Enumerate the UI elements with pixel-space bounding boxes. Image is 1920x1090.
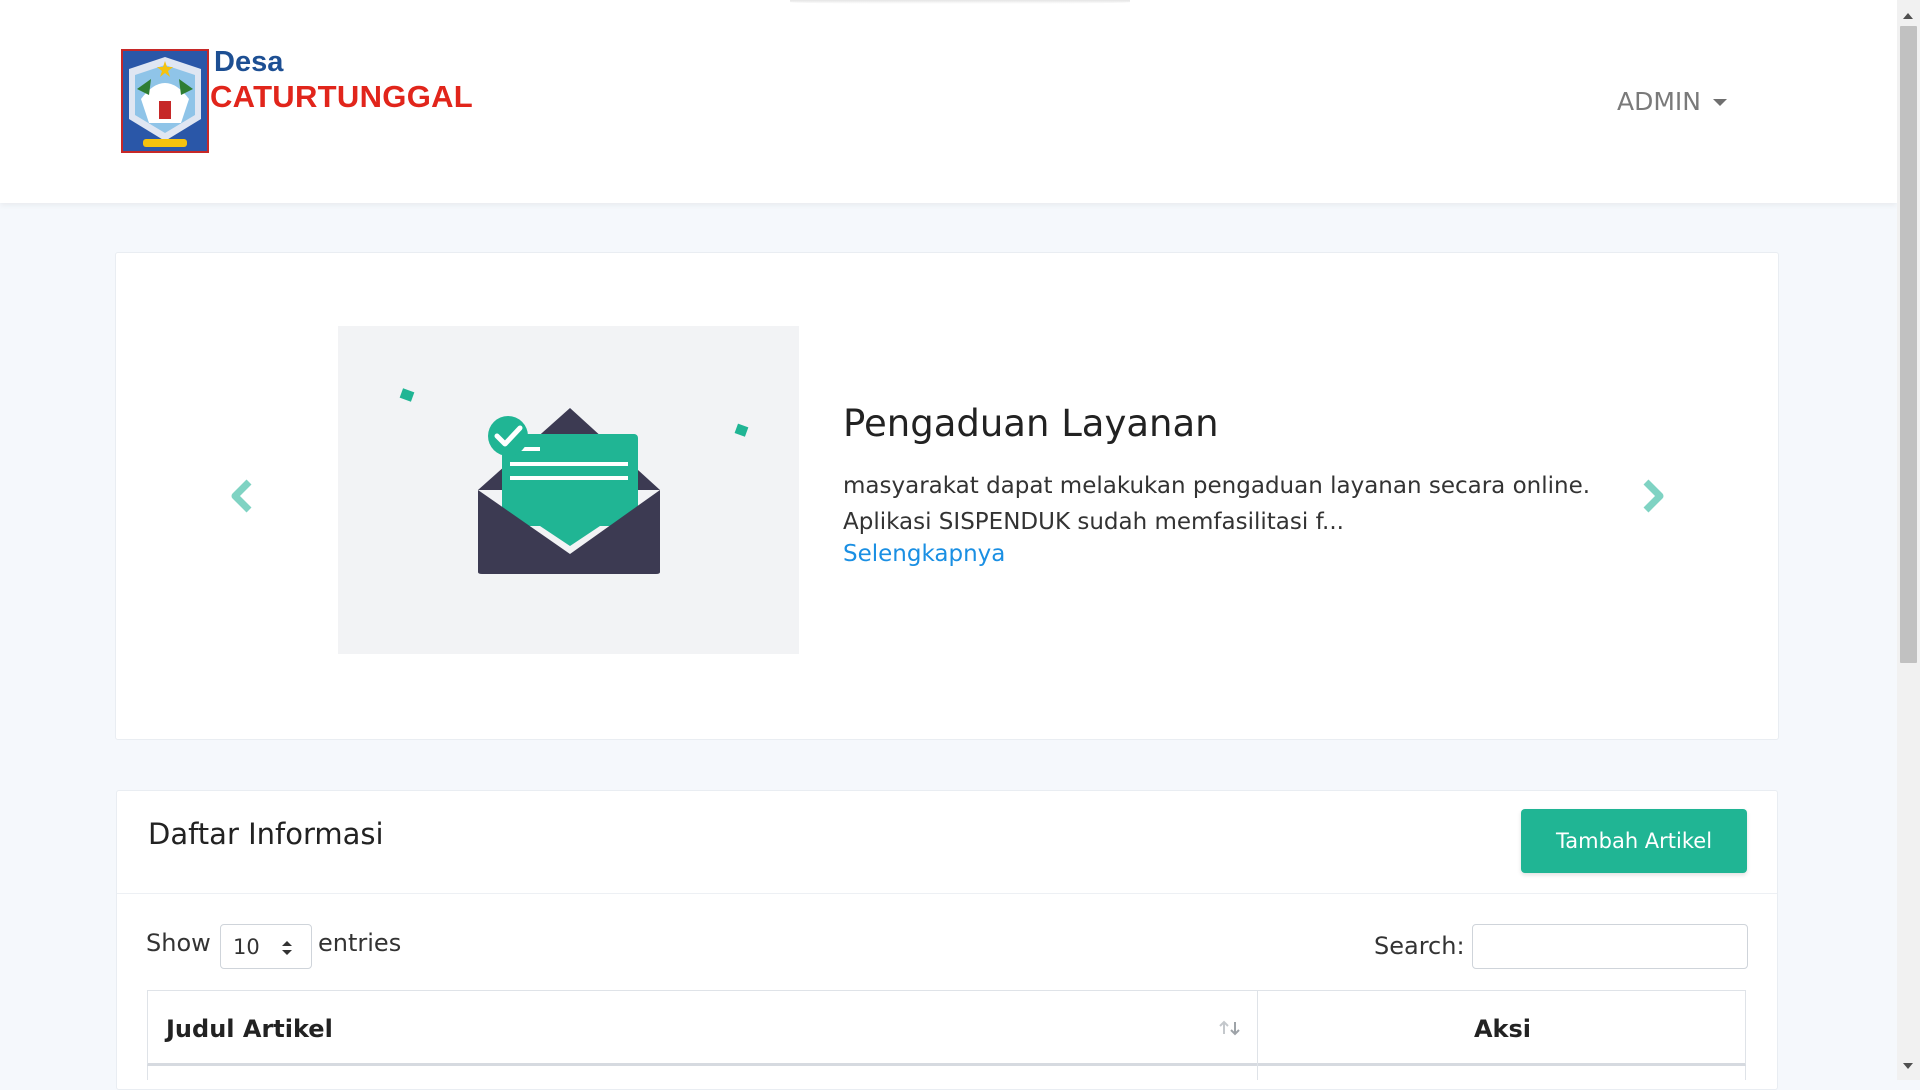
sort-arrows-icon[interactable] <box>1218 1019 1242 1037</box>
slide-description: masyarakat dapat melakukan pengaduan lay… <box>843 473 1591 535</box>
search-input[interactable] <box>1472 924 1748 969</box>
scroll-down-arrow-icon[interactable] <box>1903 1063 1913 1069</box>
card-header-divider <box>117 893 1777 894</box>
open-envelope-check-icon <box>399 388 749 574</box>
entries-length-value: 10 <box>233 935 260 959</box>
navbar-top-shadow <box>790 0 1130 4</box>
slide-illustration <box>338 326 799 654</box>
articles-table: Judul Artikel Aksi <box>147 990 1746 1080</box>
column-header-action: Aksi <box>1473 1015 1532 1043</box>
logo-text-desa: Desa <box>214 46 284 78</box>
chevron-right-icon[interactable] <box>1640 478 1666 514</box>
column-divider <box>1257 990 1258 1080</box>
column-header-title[interactable]: Judul Artikel <box>166 1015 333 1043</box>
show-label: Show <box>146 929 211 957</box>
slide-title: Pengaduan Layanan <box>843 402 1219 445</box>
read-more-link[interactable]: Selengkapnya <box>843 541 1005 567</box>
table-row <box>147 1066 1746 1080</box>
list-title: Daftar Informasi <box>148 817 384 851</box>
entries-length-select[interactable]: 10 <box>220 924 312 969</box>
caret-down-icon <box>1713 98 1727 106</box>
chevron-left-icon[interactable] <box>229 478 255 514</box>
scroll-up-arrow-icon[interactable] <box>1903 13 1913 19</box>
village-emblem-logo[interactable] <box>121 49 209 153</box>
page-scrollbar[interactable] <box>1897 0 1920 1080</box>
top-navbar: Desa CATURTUNGGAL ADMIN <box>0 0 1897 203</box>
admin-menu-label: ADMIN <box>1617 86 1701 116</box>
logo-text-village-name: CATURTUNGGAL <box>210 79 474 114</box>
add-article-button[interactable]: Tambah Artikel <box>1521 809 1747 873</box>
scrollbar-thumb[interactable] <box>1900 26 1917 663</box>
table-header-row: Judul Artikel Aksi <box>147 990 1746 1066</box>
entries-label: entries <box>318 929 402 957</box>
select-updown-icon <box>282 941 292 955</box>
admin-dropdown-toggle[interactable]: ADMIN <box>1617 86 1727 116</box>
search-label: Search: <box>1374 932 1465 960</box>
